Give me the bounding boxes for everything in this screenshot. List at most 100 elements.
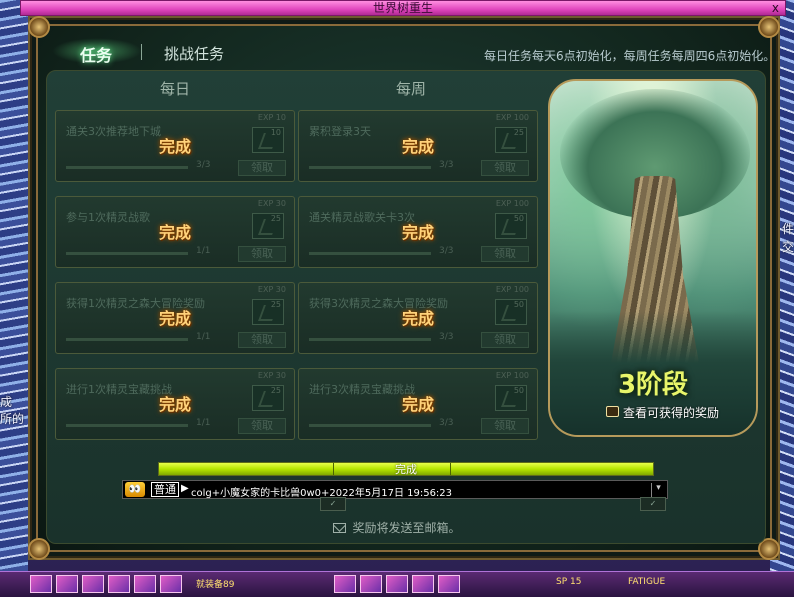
quest-progress-fill [66, 338, 188, 341]
quest-progress-bar [66, 338, 188, 341]
quest-complete-label: 完成 [401, 223, 434, 242]
quest-complete-label: 完成 [158, 395, 191, 414]
claim-button[interactable]: 领取 [238, 160, 286, 176]
milestone-reward-icon[interactable]: ✓ [320, 497, 346, 511]
quest-complete-label: 完成 [158, 137, 191, 156]
hud-item-slot[interactable] [438, 575, 460, 593]
gift-box-icon[interactable] [606, 406, 619, 417]
mail-note-text: 奖励将发送至邮箱。 [352, 521, 461, 535]
daily-quest-card[interactable]: 参与1次精灵战歌 EXP 30 25 1/1 领取 完成 [55, 196, 295, 268]
quest-progress-text: 3/3 [439, 246, 454, 256]
milestone-reward-icon[interactable]: ✓ [640, 497, 666, 511]
quest-progress-fill [66, 166, 188, 169]
hud-skill-slot[interactable] [30, 575, 52, 593]
daily-quest-card[interactable]: 通关3次推荐地下城 EXP 10 10 3/3 领取 完成 [55, 110, 295, 182]
quest-exp: EXP 30 [257, 371, 286, 380]
quest-progress-fill [66, 252, 188, 255]
chat-expand-icon[interactable]: ▾ [651, 483, 665, 497]
tab-divider [141, 44, 142, 60]
quest-complete-label: 完成 [158, 309, 191, 328]
quest-exp: EXP 30 [257, 199, 286, 208]
quest-progress-text: 1/1 [196, 332, 211, 342]
world-tree-panel: 3阶段 查看可获得的奖励 [548, 79, 758, 437]
hud-sp-text: SP 15 [556, 577, 582, 587]
weekly-quest-card[interactable]: 累积登录3天 EXP 100 25 3/3 领取 完成 [298, 110, 538, 182]
daily-quest-card[interactable]: 进行1次精灵宝藏挑战 EXP 30 25 1/1 领取 完成 [55, 368, 295, 440]
close-button[interactable]: x [772, 1, 779, 15]
quest-progress-bar [66, 252, 188, 255]
overall-progress-label: 完成 [395, 463, 417, 476]
quest-progress-bar [309, 338, 431, 341]
game-hud-bar: 就装备89 SP 15 FATIGUE [0, 571, 794, 597]
hud-skill-slot[interactable] [108, 575, 130, 593]
background-right-text-2: 交 [782, 240, 794, 254]
quest-progress-fill [309, 424, 431, 427]
window-title: 世界树重生 [372, 1, 433, 15]
hud-item-slot[interactable] [334, 575, 356, 593]
tab-quests[interactable]: 任务 [80, 42, 112, 66]
background-left-text-1: 成 [0, 395, 13, 409]
hud-item-slot[interactable] [360, 575, 382, 593]
reset-schedule-note: 每日任务每天6点初始化，每周任务每周四6点初始化。 [484, 49, 776, 63]
quest-exp: EXP 100 [495, 371, 529, 380]
view-rewards-link[interactable]: 查看可获得的奖励 [623, 404, 719, 421]
quest-exp: EXP 10 [257, 113, 286, 122]
corner-ornament-icon [28, 538, 50, 560]
quest-progress-bar [309, 252, 431, 255]
quest-complete-label: 完成 [401, 395, 434, 414]
quest-exp: EXP 30 [257, 285, 286, 294]
quest-progress-text: 1/1 [196, 246, 211, 256]
weekly-column-header: 每周 [396, 80, 427, 98]
hud-item-slot[interactable] [412, 575, 434, 593]
background-left-scene [0, 0, 28, 597]
hud-item-slot[interactable] [386, 575, 408, 593]
quest-exp: EXP 100 [495, 285, 529, 294]
weekly-quest-card[interactable]: 获得3次精灵之森大冒险奖励 EXP 100 50 3/3 领取 完成 [298, 282, 538, 354]
claim-button[interactable]: 领取 [238, 332, 286, 348]
quest-progress-text: 3/3 [439, 332, 454, 342]
background-right-text-1: 件 [782, 222, 794, 236]
tree-stage-label: 3阶段 [617, 370, 689, 400]
chat-channel-tag[interactable]: 普通 [151, 482, 179, 497]
quest-progress-text: 3/3 [196, 160, 211, 170]
quest-progress-fill [66, 424, 188, 427]
quest-progress-fill [309, 338, 431, 341]
quest-progress-bar [66, 166, 188, 169]
claim-button[interactable]: 领取 [481, 332, 529, 348]
claim-button[interactable]: 领取 [481, 246, 529, 262]
weekly-quest-card[interactable]: 进行3次精灵宝藏挑战 EXP 100 50 3/3 领取 完成 [298, 368, 538, 440]
hud-fatigue-text: FATIGUE [628, 577, 666, 587]
quest-complete-label: 完成 [401, 137, 434, 156]
daily-column-header: 每日 [160, 80, 191, 98]
quest-exp: EXP 100 [495, 113, 529, 122]
tab-challenge-quests[interactable]: 挑战任务 [164, 43, 224, 64]
hud-skill-slot[interactable] [56, 575, 78, 593]
claim-button[interactable]: 领取 [238, 246, 286, 262]
chat-arrow-icon: ▶ [181, 483, 189, 494]
quest-progress-fill [309, 252, 431, 255]
mail-note: 奖励将发送至邮箱。 [0, 519, 794, 536]
quest-complete-label: 完成 [158, 223, 191, 242]
weekly-quest-card[interactable]: 通关精灵战歌关卡3次 EXP 100 50 3/3 领取 完成 [298, 196, 538, 268]
chat-emote-icon[interactable]: 👀 [125, 482, 145, 497]
window-title-bar[interactable]: 世界树重生 x [20, 0, 786, 16]
quest-progress-bar [309, 424, 431, 427]
daily-quest-card[interactable]: 获得1次精灵之森大冒险奖励 EXP 30 25 1/1 领取 完成 [55, 282, 295, 354]
quest-progress-text: 3/3 [439, 160, 454, 170]
corner-ornament-icon [28, 16, 50, 38]
claim-button[interactable]: 领取 [481, 418, 529, 434]
quest-progress-bar [66, 424, 188, 427]
hud-skill-slot[interactable] [134, 575, 156, 593]
quest-progress-text: 1/1 [196, 418, 211, 428]
background-left-text-2: 所的 [0, 412, 25, 426]
quest-progress-text: 3/3 [439, 418, 454, 428]
chat-message-line[interactable]: 👀 普通 ▶ colg+小魔女家的卡比兽0w0+2022年5月17日 19:56… [122, 480, 668, 499]
quest-progress-bar [309, 166, 431, 169]
hud-skill-slot[interactable] [160, 575, 182, 593]
hud-skill-slot[interactable] [82, 575, 104, 593]
mail-icon [333, 523, 347, 533]
hud-level-text: 就装备89 [196, 580, 235, 590]
claim-button[interactable]: 领取 [481, 160, 529, 176]
overall-progress-bar: 完成 [158, 462, 654, 476]
claim-button[interactable]: 领取 [238, 418, 286, 434]
